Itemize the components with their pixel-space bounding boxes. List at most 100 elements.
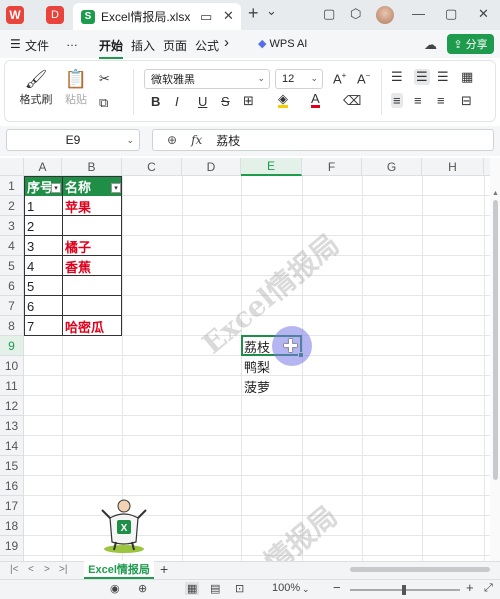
avatar[interactable] [376,6,394,24]
page-break-icon[interactable]: ⊡ [235,582,244,595]
format-painter-button[interactable]: 🖌 格式刷 [19,69,53,107]
wps-ai-button[interactable]: ◆ WPS AI [258,37,307,50]
col-header-g[interactable]: G [362,158,422,176]
table-cell[interactable]: 哈密瓜 [62,316,122,336]
zoom-search-icon[interactable]: ⊕ [167,133,177,147]
docer-icon[interactable]: D [42,0,68,30]
row-header-14[interactable]: 14 [0,436,24,456]
table-cell[interactable]: 苹果 [62,196,122,216]
wrap-text-icon[interactable]: ▦ [461,69,473,85]
strikethrough-button[interactable]: S [221,94,230,109]
table-cell[interactable]: 3 [24,236,62,256]
font-name-select[interactable]: 微软雅黑 ⌄ [144,69,270,89]
table-cell[interactable]: 1 [24,196,62,216]
decrease-font-icon[interactable]: A− [357,71,370,86]
col-header-e[interactable]: E [241,158,302,176]
table-cell[interactable]: 4 [24,256,62,276]
monitor-icon[interactable]: ▭ [200,9,212,25]
first-sheet-icon[interactable]: |< [10,564,18,575]
row-header-11[interactable]: 11 [0,376,24,396]
menu-home[interactable]: 开始 [99,37,124,59]
zoom-level[interactable]: 100% [272,582,300,594]
filter-dropdown-icon[interactable]: ▾ [51,183,61,193]
hamburger-icon[interactable]: ☰ [10,37,21,51]
table-cell[interactable]: 2 [24,216,62,236]
row-header-12[interactable]: 12 [0,396,24,416]
italic-button[interactable]: I [175,94,179,109]
table-cell[interactable]: 6 [24,296,62,316]
table-cell[interactable]: 香蕉 [62,256,122,276]
align-bottom-icon[interactable]: ☰ [437,69,449,85]
prev-sheet-icon[interactable]: < [28,564,34,575]
row-header-5[interactable]: 5 [0,256,24,276]
maximize-icon[interactable]: ▢ [445,6,457,22]
table-cell[interactable] [62,296,122,316]
row-header-6[interactable]: 6 [0,276,24,296]
table-cell[interactable]: 5 [24,276,62,296]
new-tab-button[interactable]: + [248,3,259,24]
eraser-icon[interactable]: ⌫ [343,93,361,109]
document-tab[interactable]: S Excel情报局.xlsx ▭ ✕ [73,3,241,30]
align-right-icon[interactable]: ≡ [437,93,445,108]
menu-file[interactable]: 文件 [25,37,49,54]
add-sheet-button[interactable]: + [160,561,168,577]
sheet-tab[interactable]: Excel情报局 [84,560,154,579]
menu-more-icon[interactable]: … [66,35,78,49]
borders-icon[interactable]: ⊞ [243,93,254,109]
eye-icon[interactable]: ◉ [110,582,120,595]
scroll-up-icon[interactable]: ▲ [492,190,499,197]
close-window-icon[interactable]: ✕ [478,6,489,22]
align-middle-icon[interactable]: ☰ [414,69,430,85]
row-header-1[interactable]: 1 [0,176,24,196]
menu-insert[interactable]: 插入 [131,37,155,54]
horizontal-scroll-thumb[interactable] [350,567,490,572]
cloud-icon[interactable]: ☁ [424,37,437,53]
row-header-16[interactable]: 16 [0,476,24,496]
fx-icon[interactable]: fx [191,133,202,147]
cube-icon[interactable]: ⬡ [350,6,361,22]
normal-view-icon[interactable]: ▦ [185,582,200,595]
row-header-8[interactable]: 8 [0,316,24,336]
underline-button[interactable]: U [198,94,207,109]
col-header-d[interactable]: D [182,158,241,176]
table-header-seq[interactable]: 序号 ▾ [25,177,62,196]
zoom-in-button[interactable]: + [466,580,474,595]
row-header-7[interactable]: 7 [0,296,24,316]
next-sheet-icon[interactable]: > [44,564,50,575]
col-header-b[interactable]: B [62,158,122,176]
row-header-10[interactable]: 10 [0,356,24,376]
row-header-3[interactable]: 3 [0,216,24,236]
select-all-corner[interactable] [0,158,24,176]
copy-icon[interactable]: ⧉ [99,95,108,111]
row-header-19[interactable]: 19 [0,536,24,556]
share-button[interactable]: ⇪ 分享 [447,34,494,54]
name-box[interactable]: E9 ⌄ [6,129,140,151]
menu-overflow-icon[interactable]: › [224,34,229,51]
wps-logo-icon[interactable]: W [2,0,28,30]
col-header-a[interactable]: A [24,158,62,176]
row-header-18[interactable]: 18 [0,516,24,536]
bold-button[interactable]: B [151,94,160,109]
zoom-slider-thumb[interactable] [402,585,406,595]
row-header-13[interactable]: 13 [0,416,24,436]
cell-e11[interactable]: 菠萝 [241,376,302,396]
menu-page[interactable]: 页面 [163,37,187,54]
minimize-icon[interactable]: — [412,6,425,21]
table-cell[interactable]: 橘子 [62,236,122,256]
tablet-icon[interactable]: ▢ [323,6,335,22]
col-header-c[interactable]: C [122,158,182,176]
font-size-select[interactable]: 12 ⌄ [275,69,323,89]
col-header-h[interactable]: H [422,158,484,176]
filter-dropdown-icon[interactable]: ▾ [111,183,121,193]
align-left-icon[interactable]: ≡ [391,93,403,108]
cut-icon[interactable]: ✂ [99,71,110,87]
fullscreen-icon[interactable]: ⤢ [484,582,493,595]
row-header-4[interactable]: 4 [0,236,24,256]
close-tab-icon[interactable]: ✕ [223,8,234,24]
vertical-scroll-thumb[interactable] [493,200,498,480]
col-header-f[interactable]: F [302,158,362,176]
merge-cells-icon[interactable]: ⊟ [461,93,472,109]
increase-font-icon[interactable]: A+ [333,71,346,86]
row-header-15[interactable]: 15 [0,456,24,476]
zoom-menu-icon[interactable]: ⌄ [302,584,310,595]
